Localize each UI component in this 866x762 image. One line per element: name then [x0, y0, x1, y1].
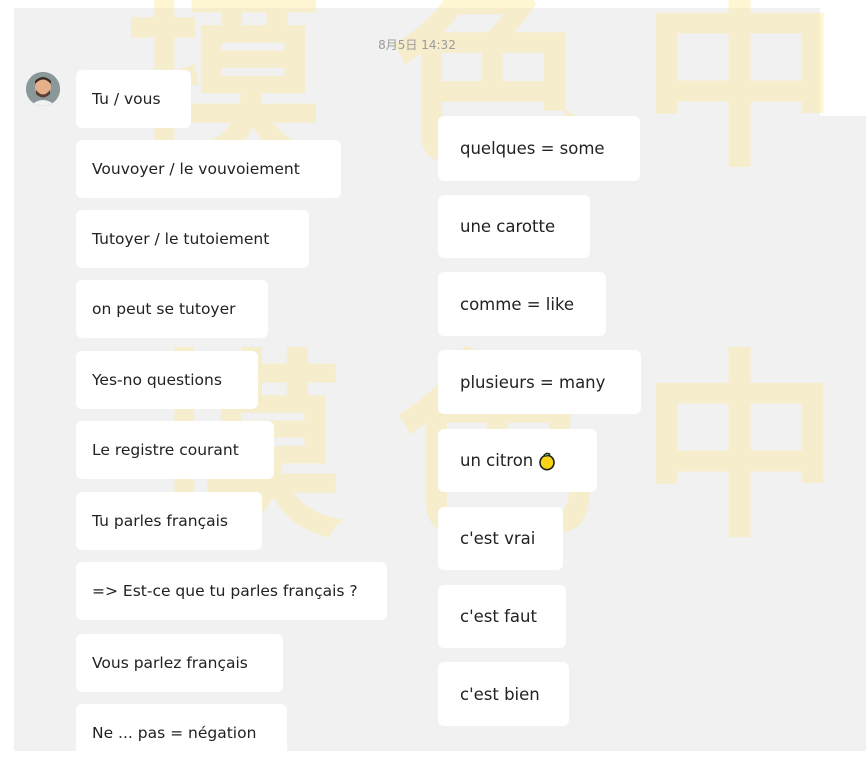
message-bubble[interactable]: c'est bien — [438, 662, 569, 726]
message-text: c'est faut — [460, 607, 537, 626]
message-bubble[interactable]: Tu parles français — [76, 492, 262, 550]
message-text: une carotte — [460, 217, 556, 236]
message-text: c'est vrai — [460, 529, 536, 548]
message-bubble[interactable]: plusieurs = many — [438, 350, 641, 414]
message-bubble[interactable]: Tutoyer / le tutoiement — [76, 210, 309, 268]
avatar[interactable] — [26, 72, 60, 106]
message-text: quelques = some — [460, 139, 605, 158]
message-text: Tu / vous — [92, 90, 161, 108]
message-bubble[interactable]: c'est faut — [438, 585, 566, 648]
message-bubble[interactable]: une carotte — [438, 195, 590, 258]
message-text: Ne ... pas = négation — [92, 724, 257, 742]
message-text: => Est-ce que tu parles français ? — [92, 582, 358, 600]
message-text: c'est bien — [460, 684, 540, 704]
message-bubble[interactable]: Le registre courant — [76, 421, 274, 479]
message-bubble[interactable]: Vouvoyer / le vouvoiement — [76, 140, 341, 198]
message-bubble[interactable]: Yes-no questions — [76, 351, 258, 409]
message-bubble[interactable]: Ne ... pas = négation — [76, 704, 287, 762]
message-bubble[interactable]: un citron — [438, 429, 597, 492]
message-text: comme = like — [460, 294, 575, 314]
message-text: Yes-no questions — [92, 371, 222, 389]
message-text: Vous parlez français — [92, 654, 248, 672]
message-text: Tu parles français — [92, 512, 228, 530]
message-bubble[interactable]: quelques = some — [438, 116, 640, 181]
message-bubble[interactable]: comme = like — [438, 272, 606, 336]
lemon-icon — [539, 452, 556, 470]
message-text: plusieurs = many — [460, 372, 606, 392]
message-bubble[interactable]: c'est vrai — [438, 507, 563, 570]
message-text: on peut se tutoyer — [92, 300, 236, 318]
message-timestamp: 8月5日 14:32 — [378, 38, 456, 52]
message-text: Tutoyer / le tutoiement — [92, 230, 270, 248]
message-bubble[interactable]: => Est-ce que tu parles français ? — [76, 562, 387, 620]
message-bubble[interactable]: on peut se tutoyer — [76, 280, 268, 338]
message-text: un citron — [460, 451, 534, 470]
message-bubble[interactable]: Tu / vous — [76, 70, 191, 128]
message-bubble[interactable]: Vous parlez français — [76, 634, 283, 692]
message-text: Vouvoyer / le vouvoiement — [92, 160, 300, 178]
user-avatar-icon — [26, 72, 60, 106]
message-text: Le registre courant — [92, 441, 239, 459]
